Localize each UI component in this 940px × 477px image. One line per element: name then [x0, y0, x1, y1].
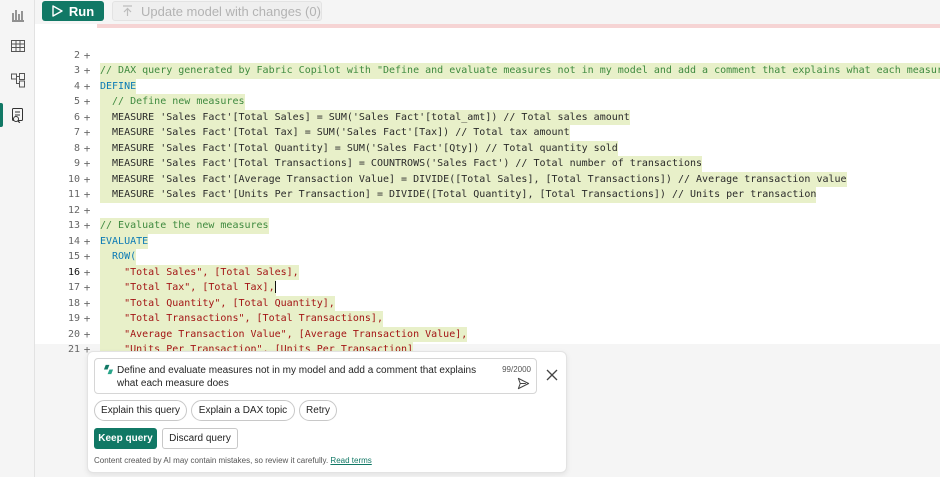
- keep-query-button[interactable]: Keep query: [94, 428, 157, 449]
- model-icon: [10, 73, 25, 88]
- code-line: 20 + "Units Per Transaction", [Units Per …: [35, 311, 940, 358]
- code-line: 12 + // Evaluate the new measures: [35, 187, 940, 234]
- retry-chip[interactable]: Retry: [299, 400, 337, 421]
- code-line: 10 + MEASURE 'Sales Fact'[Units Per Trans…: [35, 156, 940, 203]
- run-label: Run: [68, 3, 95, 19]
- code-line: 7 + MEASURE 'Sales Fact'[Total Quantity] …: [35, 110, 940, 156]
- code-line: 8 + MEASURE 'Sales Fact'[Total Transactio…: [35, 125, 940, 172]
- update-model-label: Update model with changes (0): [141, 3, 321, 19]
- dax-query-icon: [11, 108, 23, 123]
- ai-disclaimer: Content created by AI may contain mistak…: [94, 456, 372, 465]
- code-line: 21+ ): [35, 327, 940, 373]
- table-view-button[interactable]: [0, 31, 35, 61]
- update-model-button[interactable]: Update model with changes (0): [112, 1, 322, 21]
- copilot-prompt-box[interactable]: Define and evaluate measures not in my m…: [94, 358, 537, 394]
- read-terms-link[interactable]: Read terms: [330, 456, 371, 465]
- upload-icon: [123, 5, 132, 16]
- code-line: 9 + MEASURE 'Sales Fact'[Average Transact…: [35, 141, 940, 187]
- line-number: 21: [67, 344, 80, 355]
- dax-query-view-button[interactable]: [0, 100, 35, 130]
- editor-top-highlight: [97, 24, 940, 28]
- disclaimer-text: Content created by AI may contain mistak…: [94, 456, 329, 465]
- table-icon: [10, 40, 25, 52]
- left-nav-rail: [0, 0, 35, 477]
- code-line: 5 + MEASURE 'Sales Fact'[Total Sales] = S…: [35, 79, 940, 125]
- model-view-button[interactable]: [0, 65, 35, 95]
- explain-dax-topic-chip[interactable]: Explain a DAX topic: [191, 400, 295, 421]
- query-toolbar: Run Update model with changes (0): [35, 0, 940, 24]
- code-line: 18 + "Total Transactions", [Total Transac…: [35, 280, 940, 327]
- code-line: 14 + ROW(: [35, 218, 940, 265]
- discard-query-button[interactable]: Discard query: [162, 428, 238, 449]
- code-line: 16 + "Total Tax", [Total Tax],: [35, 249, 940, 296]
- dax-query-view: Run Update model with changes (0) 2 + // …: [0, 0, 940, 477]
- play-icon: [52, 5, 63, 17]
- explain-query-chip[interactable]: Explain this query: [94, 400, 187, 421]
- dax-code-editor[interactable]: 2 + // DAX query generated by Fabric Copi…: [35, 24, 940, 373]
- code-line: 3 + DEFINE: [35, 48, 940, 94]
- char-count: 99/2000: [502, 365, 531, 374]
- close-icon[interactable]: [545, 368, 559, 382]
- code-line: 15 + "Total Sales", [Total Sales],: [35, 234, 940, 280]
- copilot-panel: Define and evaluate measures not in my m…: [87, 351, 567, 473]
- run-button[interactable]: Run: [42, 1, 104, 21]
- send-icon[interactable]: [517, 377, 530, 390]
- code-line: 6 + MEASURE 'Sales Fact'[Total Tax] = SUM…: [35, 94, 940, 141]
- report-view-button[interactable]: [0, 0, 35, 30]
- copilot-prompt-text: Define and evaluate measures not in my m…: [117, 365, 477, 389]
- code-line: 2 + // DAX query generated by Fabric Copi…: [35, 32, 940, 79]
- code-line: 13 + EVALUATE: [35, 203, 940, 249]
- report-icon: [11, 10, 24, 22]
- code-line: 4 + // Define new measures: [35, 63, 940, 110]
- code-line: 19 + "Average Transaction Value", [Averag…: [35, 296, 940, 342]
- code-line: 17 + "Total Quantity", [Total Quantity],: [35, 265, 940, 311]
- copilot-icon: [103, 364, 114, 375]
- code-line: 11 +: [35, 172, 940, 201]
